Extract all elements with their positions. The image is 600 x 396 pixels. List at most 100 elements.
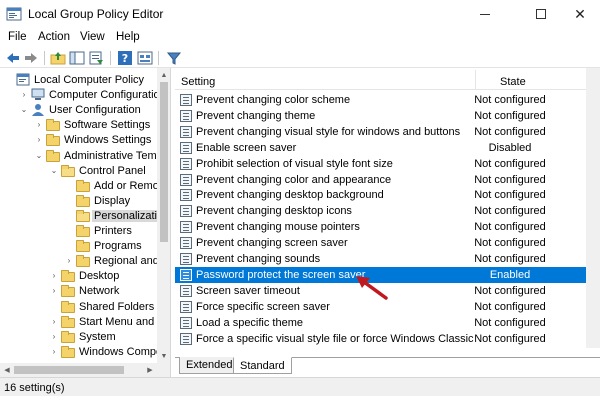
tree-item-label: User Configuration [49,104,141,117]
menu-help[interactable]: Help [116,31,140,43]
setting-state: Not configured [474,284,546,297]
expand-chevron-icon[interactable]: › [34,135,44,145]
setting-row[interactable]: Prevent changing color and appearance Not… [175,172,586,188]
folder-open-icon [61,164,75,177]
tree-item[interactable]: › Desktop [0,269,170,284]
tab-standard[interactable]: Standard [233,357,292,374]
menu-file[interactable]: File [8,31,27,43]
setting-row[interactable]: Prevent changing color scheme Not configu… [175,92,586,108]
setting-row[interactable]: Prevent changing sounds Not configured [175,251,586,267]
folder-icon [76,225,90,237]
setting-row[interactable]: Prevent changing desktop icons Not config… [175,203,586,219]
tree-item-label: Software Settings [64,119,151,132]
list-vertical-scrollbar[interactable] [586,68,600,348]
tree-scroll-thumb[interactable] [160,82,168,242]
close-button[interactable]: ✕ [560,0,600,28]
scroll-left-icon[interactable]: ◀ [0,363,14,377]
collapse-chevron-icon[interactable]: ⌄ [19,105,29,115]
tree-item[interactable]: Programs [0,239,170,254]
tree-item[interactable]: › Windows Settings [0,133,170,148]
tree-item[interactable]: › Regional and La [0,254,170,269]
tree-item[interactable]: Shared Folders [0,300,170,315]
expand-chevron-icon[interactable]: › [49,286,59,296]
tab-extended[interactable]: Extended [179,357,240,374]
menu-action[interactable]: Action [38,31,70,43]
expand-chevron-icon[interactable]: › [49,317,59,327]
expand-chevron-icon[interactable]: › [49,332,59,342]
forward-icon[interactable] [23,50,39,66]
menu-view[interactable]: View [80,31,105,43]
expand-chevron-icon[interactable]: › [49,271,59,281]
column-divider[interactable] [475,70,476,89]
tree-item[interactable]: ⌄ Administrative Templat [0,149,170,164]
folder-icon [61,345,75,358]
tree-item[interactable]: › Start Menu and Tasl [0,315,170,330]
policy-setting-icon [180,284,192,297]
export-list-icon[interactable] [88,50,104,66]
setting-name: Screen saver timeout [196,284,300,297]
tree-hscroll-thumb[interactable] [14,366,124,374]
tree-item[interactable]: Printers [0,224,170,239]
toolbar: ? [0,48,600,68]
tree-item[interactable]: Add or Remove [0,179,170,194]
tree-item[interactable]: › Network [0,284,170,299]
tree-item[interactable]: Local Computer Policy [0,73,170,88]
tree-item-label: Desktop [79,270,120,283]
scroll-down-icon[interactable]: ▼ [157,349,170,363]
setting-row[interactable]: Prevent changing desktop background Not c… [175,187,586,203]
setting-row[interactable]: Enable screen saver Disabled [175,140,586,156]
expand-chevron-icon[interactable]: › [19,90,29,100]
tree-item-label: System [79,330,116,343]
collapse-chevron-icon[interactable]: ⌄ [34,151,44,161]
tree-item[interactable]: Display [0,194,170,209]
setting-row[interactable]: Prevent changing mouse pointers Not confi… [175,219,586,235]
setting-state: Not configured [474,332,546,345]
properties-icon[interactable] [137,50,153,66]
expand-chevron-icon[interactable]: › [34,120,44,130]
setting-row[interactable]: Prevent changing visual style for window… [175,124,586,140]
folder-icon [76,255,90,268]
setting-row[interactable]: Prohibit selection of visual style font … [175,156,586,172]
folder-icon [61,270,75,283]
scroll-right-icon[interactable]: ▶ [143,363,157,377]
menu-bar: File Action View Help [0,28,600,48]
setting-row[interactable]: Force a specific visual style file or fo… [175,331,586,347]
tree-item[interactable]: ⌄ User Configuration [0,103,170,118]
annotation-arrow-icon [356,276,388,300]
setting-name: Force a specific visual style file or fo… [196,332,474,345]
tree-horizontal-scrollbar[interactable]: ◀ ▶ [0,363,170,377]
tree-item[interactable]: › Windows Compone [0,345,170,360]
folder-icon [76,179,90,192]
setting-row[interactable]: Prevent changing theme Not configured [175,108,586,124]
maximize-button[interactable] [518,0,564,28]
help-icon[interactable]: ? [117,50,133,66]
folder-icon [46,119,60,132]
tree-item[interactable]: › System [0,330,170,345]
tree-item[interactable]: › Computer Configuration [0,88,170,103]
minimize-button[interactable] [462,0,508,28]
column-header-state[interactable]: State [500,76,526,88]
close-icon: ✕ [574,5,586,22]
tree-item[interactable]: ⌄ Control Panel [0,164,170,179]
scroll-up-icon[interactable]: ▲ [157,68,170,82]
setting-state: Disabled [488,141,532,154]
setting-row[interactable]: Prevent changing screen saver Not configu… [175,235,586,251]
filter-icon[interactable] [166,50,182,66]
show-hide-tree-icon[interactable] [69,50,85,66]
expand-chevron-icon[interactable]: › [49,347,59,357]
setting-row[interactable]: Load a specific theme Not configured [175,315,586,331]
column-header-setting[interactable]: Setting [181,76,215,88]
tree-item[interactable]: › Software Settings [0,118,170,133]
expand-chevron-icon[interactable]: › [64,256,74,266]
tree-pane[interactable]: › Windows Compone › System › Start Menu and T… [0,68,171,377]
tree-vertical-scrollbar[interactable]: ▲ ▼ [157,68,170,363]
tree-item[interactable]: Personalization [0,209,170,224]
setting-state: Enabled [489,268,531,281]
back-icon[interactable] [5,50,21,66]
folder-icon [76,194,90,207]
collapse-chevron-icon[interactable]: ⌄ [49,166,59,176]
tree-item-label: Printers [94,225,132,237]
setting-state: Not configured [474,157,546,170]
up-folder-icon[interactable] [50,50,66,66]
setting-state: Not configured [474,189,546,202]
